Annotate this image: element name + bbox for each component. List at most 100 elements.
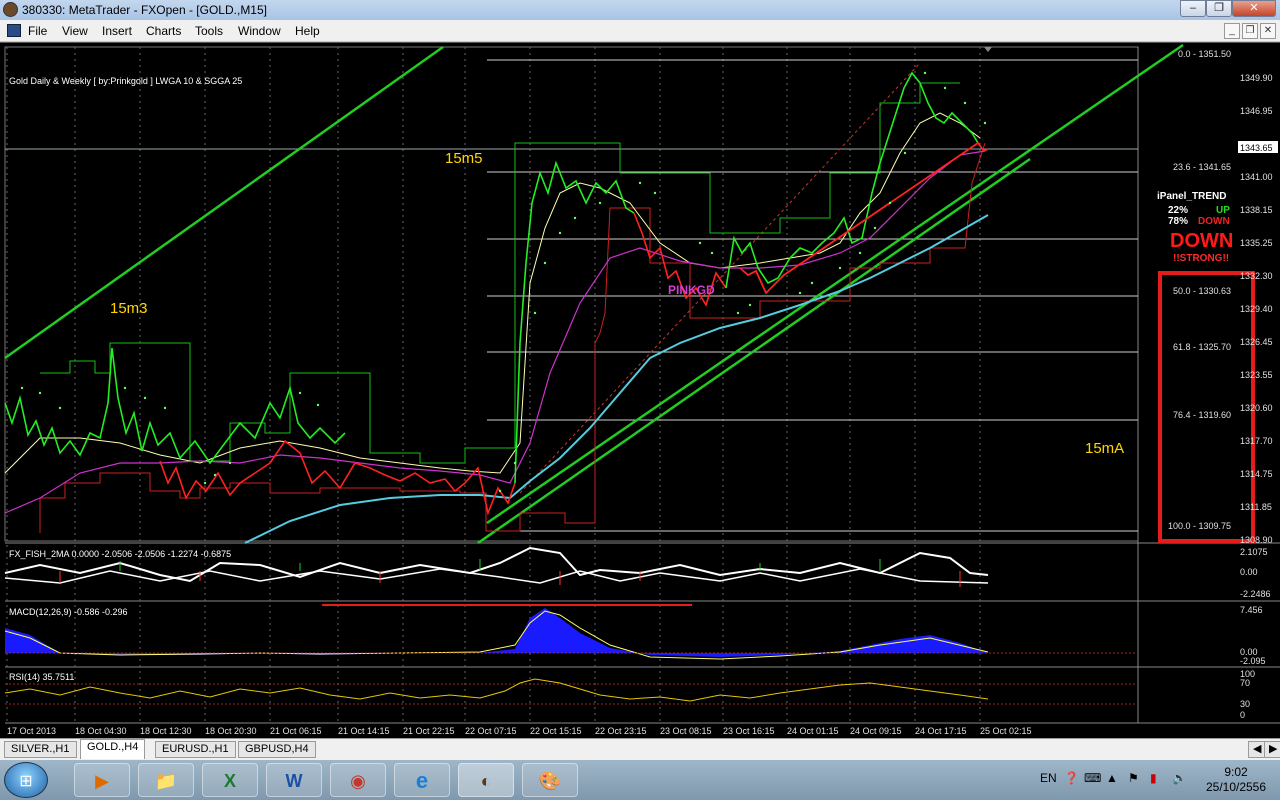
word-icon: W: [285, 771, 303, 791]
macd-histogram: [5, 608, 988, 657]
chart-document-icon[interactable]: [7, 24, 21, 37]
tab-eurusd[interactable]: EURUSD.,H1: [155, 741, 236, 758]
paint-icon: 🎨: [538, 771, 562, 791]
price-bars-down: [159, 439, 516, 516]
fish-label: FX_FISH_2MA 0.0000 -2.0506 -2.0506 -1.22…: [9, 549, 231, 559]
mdi-restore-button[interactable]: ❐: [1242, 23, 1258, 39]
fish-line-white-2: [4, 568, 989, 584]
system-clock[interactable]: 9:02 25/10/2556: [1198, 765, 1274, 795]
svg-text:21 Oct 06:15: 21 Oct 06:15: [270, 726, 322, 736]
menu-charts[interactable]: Charts: [146, 24, 181, 38]
taskbar-app-chrome[interactable]: ◉: [330, 763, 386, 797]
fibo-label-0: 0.0 - 1351.50: [1178, 49, 1231, 59]
language-indicator[interactable]: EN: [1040, 771, 1057, 785]
action-center-flag-icon[interactable]: ⚑: [1128, 771, 1139, 785]
svg-text:22 Oct 15:15: 22 Oct 15:15: [530, 726, 582, 736]
fibo-label-618: 61.8 - 1325.70: [1173, 342, 1231, 352]
chart-canvas[interactable]: 0.0 - 1351.50 23.6 - 1341.65 50.0 - 1330…: [0, 43, 1280, 739]
clock-time: 9:02: [1224, 765, 1248, 779]
svg-text:1320.60: 1320.60: [1240, 403, 1273, 413]
ipanel-big-down: DOWN: [1170, 230, 1233, 252]
network-tray-icon[interactable]: ▮: [1150, 771, 1157, 785]
svg-text:1326.45: 1326.45: [1240, 337, 1273, 347]
svg-text:18 Oct 20:30: 18 Oct 20:30: [205, 726, 257, 736]
window-title: 380330: MetaTrader - FXOpen - [GOLD.,M15…: [22, 3, 267, 17]
ipanel-trend: iPanel_TREND 22% UP 78% DOWN DOWN !!STRO…: [1157, 191, 1233, 264]
current-price-label: 1343.65: [1240, 143, 1273, 153]
ipanel-strong: !!STRONG!!: [1173, 253, 1229, 264]
taskbar-app-excel[interactable]: X: [202, 763, 258, 797]
svg-text:21 Oct 14:15: 21 Oct 14:15: [338, 726, 390, 736]
close-button[interactable]: ✕: [1232, 0, 1276, 17]
svg-text:-2.095: -2.095: [1240, 656, 1266, 666]
metatrader-logo-icon: [3, 2, 18, 17]
volume-tray-icon[interactable]: 🔈: [1172, 771, 1187, 785]
minimize-button[interactable]: –: [1180, 0, 1206, 17]
svg-text:7.456: 7.456: [1240, 605, 1263, 615]
svg-text:70: 70: [1240, 678, 1250, 688]
mdi-close-button[interactable]: ✕: [1260, 23, 1276, 39]
long-ma: [244, 214, 989, 544]
menu-bar: File View Insert Charts Tools Window Hel…: [0, 20, 1280, 42]
menu-help[interactable]: Help: [295, 24, 320, 38]
annotation-pinkgd: PINKGD: [668, 283, 715, 297]
svg-text:24 Oct 09:15: 24 Oct 09:15: [850, 726, 902, 736]
chart-tabs: SILVER.,H1 GOLD.,H4 EURUSD.,H1 GBPUSD,H4…: [0, 738, 1280, 760]
window-title-bar[interactable]: 380330: MetaTrader - FXOpen - [GOLD.,M15…: [0, 0, 1280, 20]
tabs-scroll-right-button[interactable]: ▶: [1264, 741, 1280, 758]
taskbar-app-internet-explorer[interactable]: e: [394, 763, 450, 797]
chart-shift-marker[interactable]: [984, 47, 992, 52]
fibo-label-500: 50.0 - 1330.63: [1173, 286, 1231, 296]
svg-text:1341.00: 1341.00: [1240, 172, 1273, 182]
start-button[interactable]: ⊞: [4, 762, 48, 798]
keyboard-tray-icon[interactable]: ⌨: [1084, 771, 1101, 785]
menu-window[interactable]: Window: [238, 24, 281, 38]
chart-window[interactable]: 0.0 - 1351.50 23.6 - 1341.65 50.0 - 1330…: [0, 42, 1280, 738]
svg-text:23 Oct 16:15: 23 Oct 16:15: [723, 726, 775, 736]
price-bars-recovery: [725, 71, 979, 289]
taskbar-app-word[interactable]: W: [266, 763, 322, 797]
menu-view[interactable]: View: [62, 24, 88, 38]
main-pane-frame: [4, 46, 1139, 542]
sar-dots: [20, 71, 987, 493]
menu-file[interactable]: File: [28, 24, 47, 38]
tab-gold[interactable]: GOLD.,H4: [80, 739, 146, 759]
macd-scale: 7.456 0.00 -2.095: [1240, 605, 1266, 666]
trendlines: [4, 43, 1184, 545]
taskbar-app-paint[interactable]: 🎨: [522, 763, 578, 797]
tab-gbpusd[interactable]: GBPUSD,H4: [238, 741, 316, 758]
svg-text:1329.40: 1329.40: [1240, 304, 1273, 314]
fibo-label-236: 23.6 - 1341.65: [1173, 162, 1231, 172]
svg-text:1338.15: 1338.15: [1240, 205, 1273, 215]
mdi-minimize-button[interactable]: _: [1224, 23, 1240, 39]
menu-insert[interactable]: Insert: [102, 24, 132, 38]
ipanel-down-pct: 78%: [1168, 216, 1188, 227]
svg-text:1308.90: 1308.90: [1240, 535, 1273, 545]
taskbar-app-metatrader[interactable]: ◐: [458, 763, 514, 797]
fibo-label-100: 100.0 - 1309.75: [1168, 521, 1231, 531]
metatrader-icon: ◐: [480, 771, 492, 791]
svg-text:2.1075: 2.1075: [1240, 547, 1268, 557]
svg-text:24 Oct 01:15: 24 Oct 01:15: [787, 726, 839, 736]
taskbar-app-file-explorer[interactable]: 📁: [138, 763, 194, 797]
help-tray-icon[interactable]: ❓: [1064, 771, 1079, 785]
tab-silver[interactable]: SILVER.,H1: [4, 741, 77, 758]
chart-header: Gold Daily & Weekly [ by:Prinkgold ] LWG…: [9, 76, 242, 86]
price-bars-latest: [739, 141, 989, 295]
excel-icon: X: [223, 771, 236, 791]
fibo-label-764: 76.4 - 1319.60: [1173, 410, 1231, 420]
annotation-15m5: 15m5: [445, 150, 483, 167]
show-hidden-icons-icon[interactable]: ▲: [1106, 771, 1118, 785]
upper-envelope: [40, 82, 960, 464]
rsi-scale: 100 70 30 0: [1240, 669, 1255, 720]
svg-text:1314.75: 1314.75: [1240, 469, 1273, 479]
ipanel-title: iPanel_TREND: [1157, 191, 1226, 202]
rsi-label: RSI(14) 35.7511: [9, 672, 74, 682]
svg-text:24 Oct 17:15: 24 Oct 17:15: [915, 726, 967, 736]
taskbar-app-media-player[interactable]: ▶: [74, 763, 130, 797]
svg-text:1346.95: 1346.95: [1240, 106, 1273, 116]
time-axis: 17 Oct 2013 18 Oct 04:30 18 Oct 12:30 18…: [7, 726, 1032, 736]
restore-button[interactable]: ❐: [1206, 0, 1232, 17]
menu-tools[interactable]: Tools: [195, 24, 223, 38]
svg-text:21 Oct 22:15: 21 Oct 22:15: [403, 726, 455, 736]
